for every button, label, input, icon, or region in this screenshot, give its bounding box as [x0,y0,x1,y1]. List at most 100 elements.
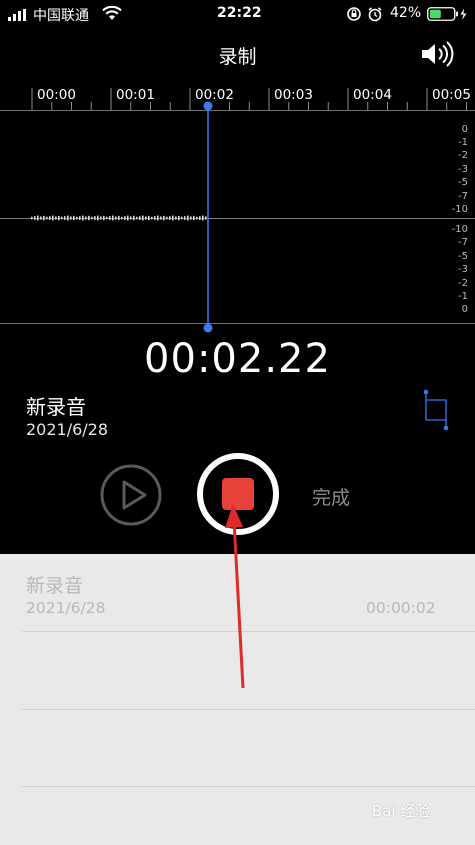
db-label: -5 [458,177,468,188]
db-label: -5 [458,251,468,262]
waveform-bar [73,215,75,221]
waveform-bar [127,215,129,221]
db-label: -3 [458,264,468,275]
waveform-bar [121,216,123,220]
list-item-title[interactable]: 新录音 [26,571,83,598]
db-label: -2 [458,278,468,289]
recording-title[interactable]: 新录音 [26,391,86,420]
waveform-bar [31,216,33,220]
db-label: 0 [461,304,468,315]
db-label: -1 [458,137,468,148]
recording-date: 2021/6/28 [26,420,109,439]
waveform-bar [136,216,138,220]
list-item-date: 2021/6/28 [26,599,106,617]
waveform-bar [34,216,36,220]
waveform-bar [157,215,159,221]
battery-percent: 42% [390,5,422,21]
waveform-bar [190,216,192,220]
waveform-graph [0,110,475,324]
waveform-bar [154,216,156,220]
status-bar: 中国联通 22:22 42% [0,0,475,28]
waveform-bar [46,216,48,220]
waveform-bar [55,216,57,220]
waveform-bar [160,216,162,220]
waveform-bar [79,216,81,220]
db-label: -2 [458,150,468,161]
tick-label: 00:02 [195,87,234,103]
tick-label: 00:03 [274,87,313,103]
waveform-bar [37,215,39,221]
waveform-bar [184,216,186,220]
waveform-bar [49,216,51,220]
waveform-bar [115,216,117,220]
waveform-bar [124,216,126,220]
waveform-bar [82,215,84,221]
waveform-bar [199,216,201,220]
waveform-bar [163,215,165,221]
waveform-bar [181,216,183,220]
waveform-bar [97,215,99,221]
trim-icon[interactable] [420,388,452,434]
db-label: -10 [451,204,468,215]
waveform-bar [52,215,54,221]
waveform-bar [58,215,60,221]
db-label: -7 [458,191,468,202]
waveform-bar [145,216,147,220]
waveform-bar [133,215,135,221]
watermark-logo: Bai 经验 [372,802,431,820]
waveform-bar [100,216,102,220]
waveform-bar [142,215,144,221]
db-label: -10 [451,224,468,235]
clock-label: 22:22 [217,5,262,21]
timeline-ruler: 00:00 00:01 00:02 00:03 00:04 00:05 [0,80,475,110]
speaker-icon[interactable] [420,40,456,68]
play-icon [122,480,147,510]
waveform-bar [106,216,108,220]
db-label: 0 [461,124,468,135]
waveform-bar [76,216,78,220]
db-label: -7 [458,237,468,248]
waveform-bar [196,216,198,220]
wifi-icon [102,6,122,20]
waveform-bar [175,216,177,220]
play-button[interactable] [99,463,163,527]
waveform-bar [130,216,132,220]
done-button[interactable]: 完成 [312,483,350,510]
alarm-icon [368,7,382,22]
waveform-bar [139,216,141,220]
waveform-bar [43,215,45,221]
list-divider [22,709,475,710]
orientation-lock-icon [347,7,361,21]
tick-label: 00:04 [353,87,392,103]
waveform-bar [64,216,66,220]
waveform-bar [172,215,174,221]
waveform-bar [178,215,180,221]
battery-icon [427,7,467,21]
waveform-bar [85,216,87,220]
carrier-label: 中国联通 [33,8,89,24]
recording-timer: 00:02.22 [144,336,331,382]
list-item-duration: 00:00:02 [366,599,436,617]
waveform-bar [151,216,153,220]
db-label: -3 [458,164,468,175]
waveform-bar [193,215,195,221]
waveform-bar [88,215,90,221]
waveform-bar [61,216,63,220]
waveform-bar [94,216,96,220]
db-label: -1 [458,291,468,302]
nav-title: 录制 [218,46,257,68]
waveform-bar [40,216,42,220]
waveform-bar [103,215,105,221]
tick-label: 00:00 [37,87,76,103]
waveform-area: 0 -1 -2 -3 -5 -7 -10 -10 -7 -5 -3 -2 -1 … [0,110,475,324]
tick-label: 00:05 [432,87,471,103]
waveform-bar [112,215,114,221]
playhead[interactable] [202,100,214,334]
annotation-arrow [225,504,245,689]
waveform-bar [166,216,168,220]
waveform-bar [169,216,171,220]
waveform-bar [118,215,120,221]
waveform-bar [67,215,69,221]
waveform-bar [187,215,189,221]
waveform-bar [148,215,150,221]
